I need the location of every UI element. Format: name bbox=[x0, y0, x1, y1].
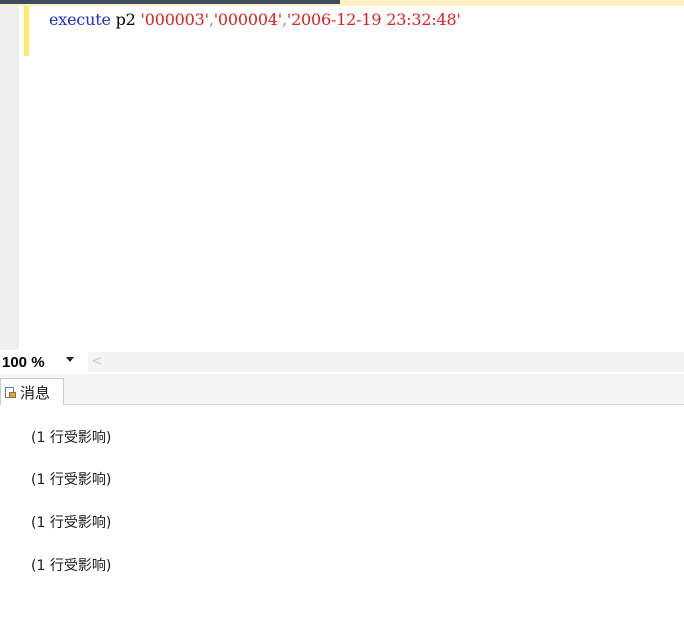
chevron-down-icon[interactable] bbox=[66, 357, 74, 362]
tab-messages-label: 消息 bbox=[20, 384, 51, 402]
results-tab-bar: 消息 bbox=[0, 374, 684, 406]
zoom-dropdown[interactable]: 100 % bbox=[0, 353, 88, 371]
zoom-bar: 100 % < bbox=[0, 350, 684, 374]
code-proc-name: p2 bbox=[110, 10, 141, 29]
messages-panel[interactable]: (1 行受影响) (1 行受影响) (1 行受影响) (1 行受影响) bbox=[0, 405, 684, 640]
horizontal-scrollbar[interactable]: < bbox=[88, 352, 684, 372]
message-line: (1 行受影响) bbox=[31, 558, 112, 574]
messages-icon bbox=[4, 386, 16, 399]
active-tab-indicator bbox=[0, 0, 340, 4]
code-string-arg-1: '000003' bbox=[140, 10, 209, 29]
query-editor[interactable]: execute p2 '000003','000004','2006-12-19… bbox=[0, 6, 684, 350]
tab-messages[interactable]: 消息 bbox=[0, 378, 64, 406]
change-tracking-bar bbox=[24, 6, 29, 56]
zoom-value: 100 % bbox=[2, 353, 45, 371]
editor-gutter bbox=[0, 6, 19, 350]
message-line: (1 行受影响) bbox=[31, 515, 112, 531]
code-keyword: execute bbox=[49, 10, 111, 29]
code-string-arg-3: '2006-12-19 23:32:48' bbox=[286, 10, 461, 29]
message-line: (1 行受影响) bbox=[31, 472, 112, 488]
code-line[interactable]: execute p2 '000003','000004','2006-12-19… bbox=[49, 10, 461, 29]
scroll-left-icon[interactable]: < bbox=[88, 352, 106, 372]
message-line: (1 行受影响) bbox=[31, 430, 112, 446]
code-string-arg-2: '000004' bbox=[213, 10, 282, 29]
